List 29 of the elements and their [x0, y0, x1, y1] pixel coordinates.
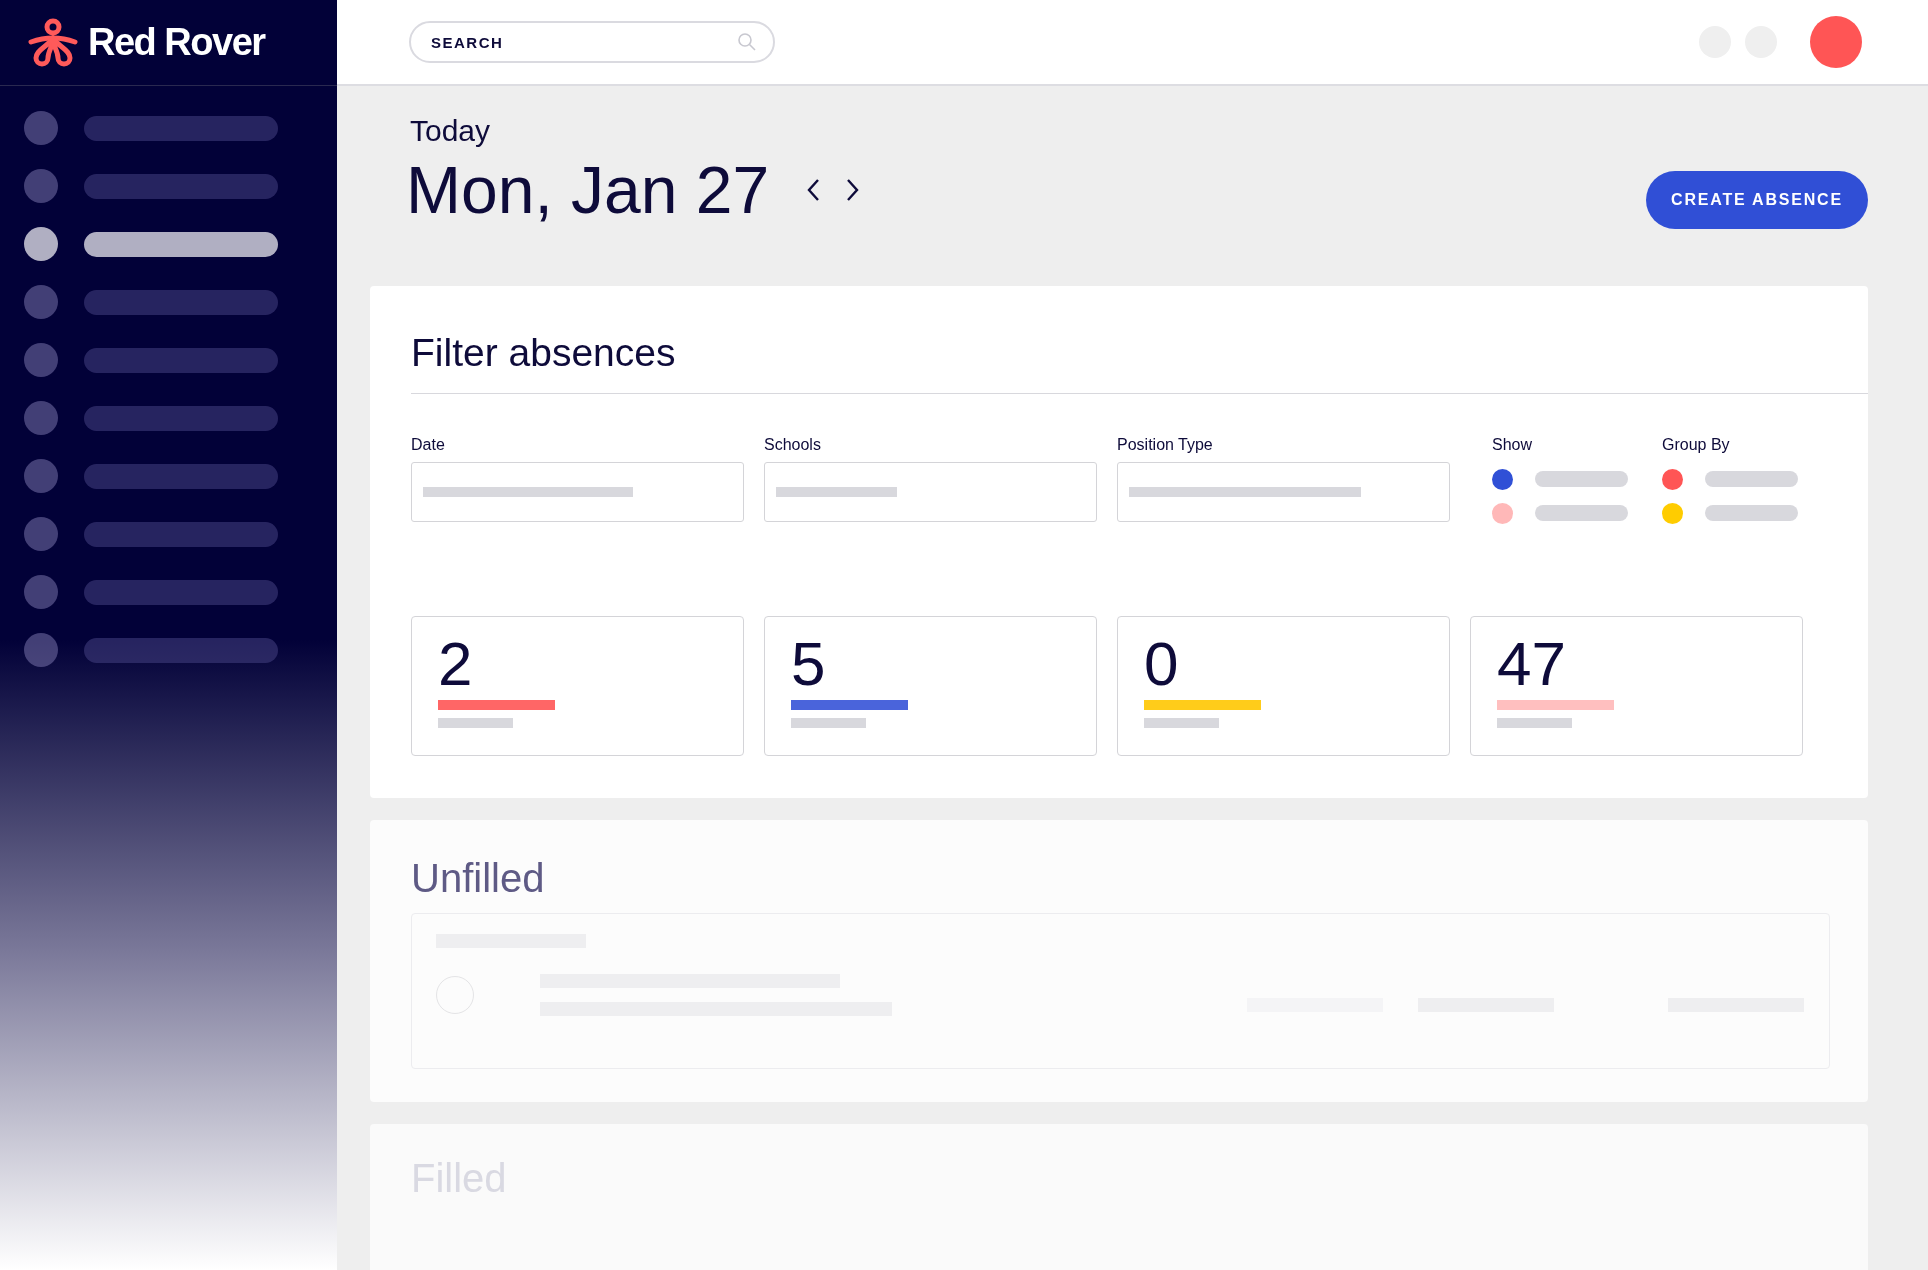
stat-value: 5: [791, 629, 827, 699]
field-label: Schools: [764, 436, 822, 454]
section-title: Filter absences: [411, 330, 677, 376]
stat-value: 0: [1144, 629, 1180, 699]
stat-value: 47: [1497, 629, 1567, 699]
dropdown-field[interactable]: [411, 462, 744, 522]
create-absence-button[interactable]: CREATE ABSENCE: [1646, 171, 1868, 229]
user-avatar[interactable]: [1810, 16, 1862, 68]
logo-icon: [28, 17, 78, 68]
search-field[interactable]: SEARCH: [409, 21, 775, 63]
chevron-right-icon[interactable]: [845, 178, 860, 202]
dropdown-field[interactable]: [1117, 462, 1450, 522]
search-icon[interactable]: [737, 32, 757, 52]
field-label: Group By: [1662, 436, 1731, 454]
dropdown-field[interactable]: [764, 462, 1097, 522]
absence-row[interactable]: [411, 913, 1830, 1069]
field-label: Position Type: [1117, 436, 1214, 454]
field-label: Date: [411, 436, 446, 454]
today-label: Today: [410, 114, 492, 148]
chevron-left-icon[interactable]: [807, 178, 822, 202]
section-title: Unfilled: [411, 856, 546, 901]
stat-card[interactable]: 5: [764, 616, 1097, 756]
field-label: Show: [1492, 436, 1534, 454]
brand-name: Red Rover: [88, 21, 265, 64]
stat-card[interactable]: 47: [1470, 616, 1803, 756]
stat-value: 2: [438, 629, 474, 699]
stat-card[interactable]: 2: [411, 616, 744, 756]
date-heading: Mon, Jan 27: [406, 152, 770, 228]
stat-card[interactable]: 0: [1117, 616, 1450, 756]
